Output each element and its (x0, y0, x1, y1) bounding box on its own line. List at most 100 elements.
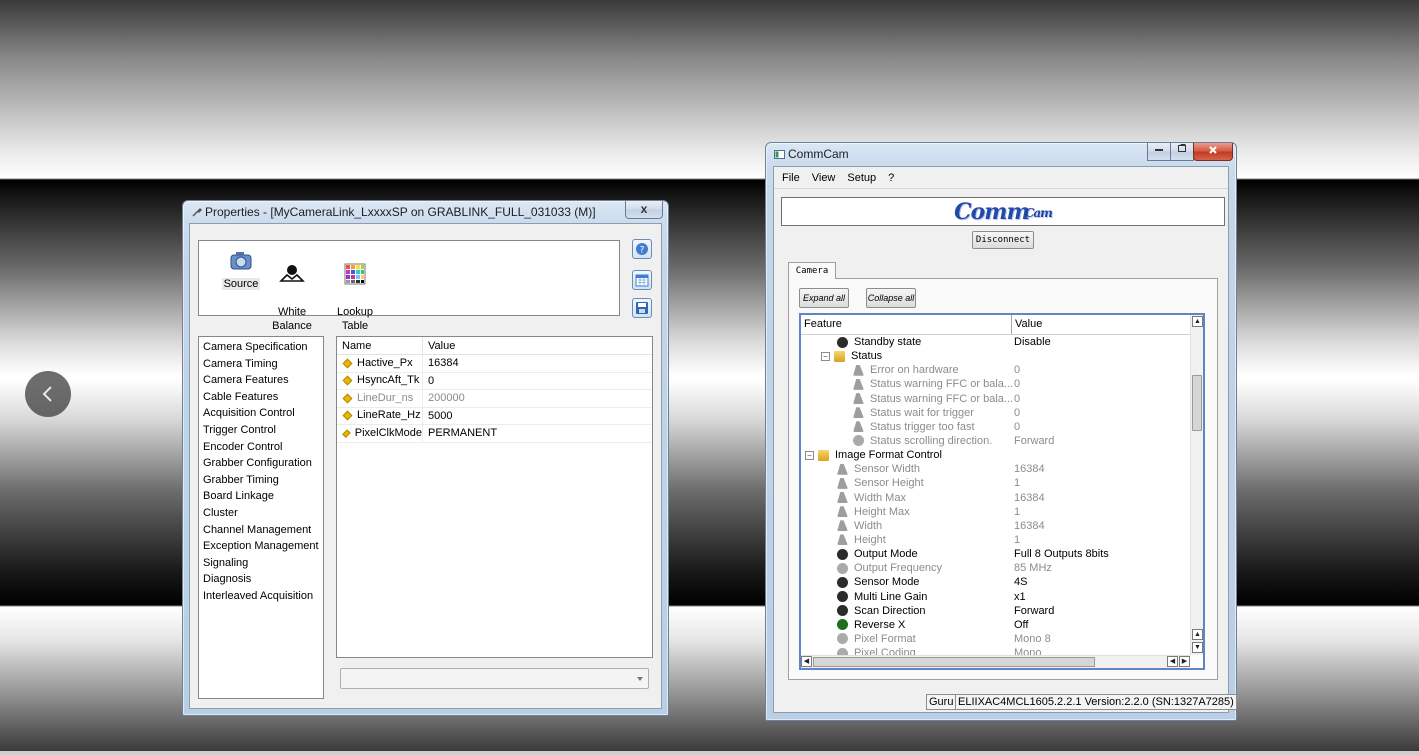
scroll-left-icon[interactable]: ◀ (1167, 656, 1178, 667)
feature-value[interactable]: Full 8 Outputs 8bits (1014, 547, 1109, 561)
value-combo[interactable] (340, 668, 649, 689)
feature-value[interactable]: x1 (1014, 590, 1026, 604)
table-row[interactable]: HsyncAft_Tk 0 (337, 372, 652, 390)
tree-row[interactable]: Status warning FFC or bala... 0 (801, 377, 1190, 391)
toolbar-item-label: Lookup Table (336, 306, 374, 332)
tree-row[interactable]: − Status (801, 349, 1190, 363)
tree-row[interactable]: Status trigger too fast 0 (801, 420, 1190, 434)
table-row[interactable]: PixelClkMode PERMANENT (337, 425, 652, 443)
previous-button[interactable] (25, 371, 71, 417)
menu-file[interactable]: File (774, 167, 806, 189)
collapse-icon[interactable]: − (805, 450, 814, 460)
tree-row[interactable]: Scan Direction Forward (801, 604, 1190, 618)
feature-value[interactable]: Disable (1014, 335, 1051, 349)
tree-row[interactable]: Sensor Height 1 (801, 476, 1190, 490)
tree-row[interactable]: Multi Line Gain x1 (801, 590, 1190, 604)
logo-banner: CommCam (781, 197, 1225, 226)
tree-row[interactable]: Pixel Coding Mono (801, 646, 1190, 655)
tree-row[interactable]: Width 16384 (801, 519, 1190, 533)
calendar-button[interactable] (632, 270, 652, 290)
category-item[interactable]: Camera Timing (203, 356, 319, 373)
feature-value[interactable]: Forward (1014, 604, 1054, 618)
category-item[interactable]: Signaling (203, 555, 319, 572)
tree-row[interactable]: Reverse X Off (801, 618, 1190, 632)
category-item[interactable]: Exception Management (203, 538, 319, 555)
category-item[interactable]: Camera Specification (203, 339, 319, 356)
tree-row[interactable]: − Image Format Control (801, 448, 1190, 462)
param-value[interactable]: 0 (423, 373, 434, 390)
column-header-feature[interactable]: Feature (801, 315, 1012, 334)
category-item[interactable]: Channel Management (203, 522, 319, 539)
toolbar-item-white-balance[interactable]: White Balance (262, 247, 322, 333)
save-button[interactable] (632, 298, 652, 318)
scroll-thumb[interactable] (813, 657, 1095, 667)
menu-setup[interactable]: Setup (841, 167, 882, 189)
tree-row[interactable]: Output Frequency 85 MHz (801, 561, 1190, 575)
camera-info: ELIIXAC4MCL1605.2.2.1 Version:2.2.0 (SN:… (955, 694, 1237, 710)
category-item[interactable]: Grabber Configuration (203, 455, 319, 472)
category-item[interactable]: Board Linkage (203, 488, 319, 505)
param-value[interactable]: 16384 (423, 355, 459, 372)
minimize-icon (1155, 149, 1163, 151)
collapse-icon[interactable]: − (821, 351, 830, 361)
tree-row[interactable]: Error on hardware 0 (801, 363, 1190, 377)
tree-row[interactable]: Sensor Width 16384 (801, 462, 1190, 476)
feature-value: 0 (1014, 406, 1021, 419)
table-row[interactable]: Hactive_Px 16384 (337, 355, 652, 373)
menu-view[interactable]: View (806, 167, 842, 189)
tree-row[interactable]: Status scrolling direction. Forward (801, 434, 1190, 448)
category-item[interactable]: Grabber Timing (203, 472, 319, 489)
param-value[interactable]: PERMANENT (423, 425, 497, 442)
close-button[interactable] (1193, 143, 1233, 161)
tree-row[interactable]: Standby state Disable (801, 335, 1190, 349)
category-item[interactable]: Encoder Control (203, 439, 319, 456)
scroll-left-icon[interactable]: ◀ (801, 656, 812, 667)
minimize-button[interactable] (1147, 143, 1171, 161)
category-item[interactable]: Acquisition Control (203, 405, 319, 422)
category-item[interactable]: Camera Features (203, 372, 319, 389)
category-item[interactable]: Trigger Control (203, 422, 319, 439)
scroll-down-icon[interactable]: ▼ (1192, 642, 1203, 653)
scroll-right-icon[interactable]: ▶ (1179, 656, 1190, 667)
close-button[interactable]: x (625, 201, 663, 219)
tree-row[interactable]: Status warning FFC or bala... 0 (801, 392, 1190, 406)
chevron-down-icon (637, 677, 643, 681)
horizontal-scrollbar[interactable]: ◀ ◀ ▶ (801, 655, 1190, 668)
toolbar-panel: Source White Balance Lookup Table (198, 240, 620, 332)
tree-row[interactable]: Height Max 1 (801, 505, 1190, 519)
tree-row[interactable]: Width Max 16384 (801, 491, 1190, 505)
scroll-up-icon[interactable]: ▲ (1192, 316, 1203, 327)
category-item[interactable]: Interleaved Acquisition (203, 588, 319, 605)
tree-row[interactable]: Pixel Format Mono 8 (801, 632, 1190, 646)
vertical-scrollbar[interactable]: ▲ ▲ ▼ (1190, 315, 1203, 655)
table-row[interactable]: LineDur_ns 200000 (337, 390, 652, 408)
expand-all-button[interactable]: Expand all (799, 288, 849, 308)
disconnect-button[interactable]: Disconnect (972, 231, 1034, 249)
column-header-value[interactable]: Value (423, 337, 455, 354)
chevron-left-icon (42, 386, 52, 402)
column-header-name[interactable]: Name (337, 337, 423, 354)
table-row[interactable]: LineRate_Hz 5000 (337, 407, 652, 425)
feature-value: Forward (1014, 434, 1055, 447)
collapse-all-button[interactable]: Collapse all (866, 288, 916, 308)
tree-row[interactable]: Sensor Mode 4S (801, 575, 1190, 589)
menu-help[interactable]: ? (882, 167, 900, 189)
scroll-thumb[interactable] (1192, 375, 1202, 431)
tree-row[interactable]: Status wait for trigger 0 (801, 406, 1190, 420)
category-item[interactable]: Cable Features (203, 389, 319, 406)
category-item[interactable]: Cluster (203, 505, 319, 522)
help-button[interactable]: ? (632, 239, 652, 259)
toolbar-item-lookup-table[interactable]: Lookup Table (325, 247, 385, 333)
calendar-icon (635, 274, 649, 287)
tree-row[interactable]: Height 1 (801, 533, 1190, 547)
maximize-button[interactable] (1170, 143, 1194, 161)
scroll-up-icon[interactable]: ▲ (1192, 629, 1203, 640)
feature-value[interactable]: Off (1014, 618, 1028, 632)
tab-camera[interactable]: Camera (788, 262, 836, 279)
integer-icon (853, 393, 864, 405)
column-header-value[interactable]: Value (1012, 315, 1192, 334)
param-value[interactable]: 5000 (423, 408, 452, 425)
feature-value[interactable]: 4S (1014, 575, 1027, 589)
tree-row[interactable]: Output Mode Full 8 Outputs 8bits (801, 547, 1190, 561)
category-item[interactable]: Diagnosis (203, 571, 319, 588)
